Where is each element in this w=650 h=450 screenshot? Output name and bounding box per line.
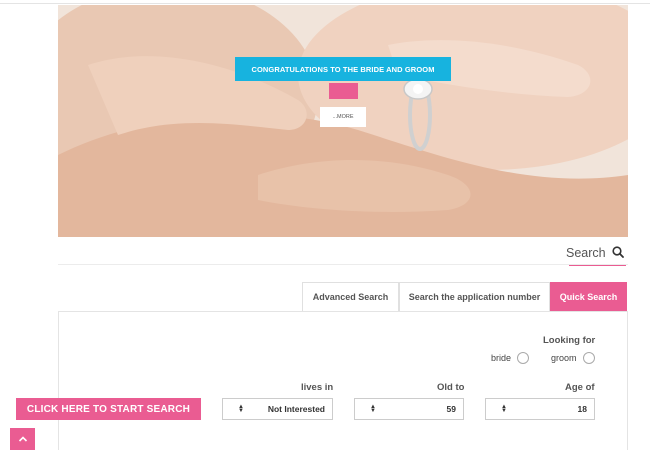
lives-in-select[interactable]: ▲ ▼ Not Interested	[222, 398, 333, 420]
top-divider	[0, 0, 650, 4]
radio-label-bride: bride	[491, 353, 512, 363]
search-heading: Search	[566, 243, 626, 266]
search-tabs: Advanced Search Search the application n…	[302, 282, 627, 311]
chevron-up-icon	[18, 430, 28, 448]
old-to-select[interactable]: ▲ ▼ 59	[354, 398, 464, 420]
hero-accent-bar	[329, 83, 358, 99]
lives-in-value: Not Interested	[267, 404, 325, 414]
radio-bride[interactable]	[517, 352, 530, 364]
radio-option-groom[interactable]: groom	[551, 352, 595, 364]
age-of-value: 18	[577, 404, 587, 414]
scroll-to-top-button[interactable]	[10, 428, 35, 450]
radio-option-bride[interactable]: bride	[491, 352, 530, 364]
lives-in-label: lives in	[301, 382, 334, 393]
hero-banner: CONGRATULATIONS TO THE BRIDE AND GROOM	[235, 57, 451, 81]
select-arrows-icon: ▲ ▼	[238, 404, 244, 414]
radio-label-groom: groom	[551, 353, 577, 363]
old-to-value: 59	[446, 404, 456, 414]
select-arrows-icon: ▲ ▼	[370, 404, 376, 414]
start-search-button[interactable]: CLICK HERE TO START SEARCH	[16, 398, 201, 420]
radio-groom[interactable]	[582, 352, 595, 364]
search-title: Search	[566, 246, 606, 260]
quick-search-panel	[58, 311, 628, 450]
old-to-label: Old to	[437, 382, 465, 393]
tab-advanced-search[interactable]: Advanced Search	[302, 282, 399, 311]
looking-for-label: Looking for	[543, 335, 596, 346]
hero-image: CONGRATULATIONS TO THE BRIDE AND GROOM .…	[58, 5, 628, 237]
tab-application-number[interactable]: Search the application number	[399, 282, 550, 311]
search-icon	[612, 245, 624, 261]
select-arrows-icon: ▲ ▼	[501, 404, 507, 414]
age-of-label: Age of	[565, 382, 595, 393]
section-divider	[58, 264, 628, 265]
more-button[interactable]: ...MORE	[320, 107, 366, 127]
age-of-select[interactable]: ▲ ▼ 18	[485, 398, 595, 420]
tab-quick-search[interactable]: Quick Search	[550, 282, 627, 311]
